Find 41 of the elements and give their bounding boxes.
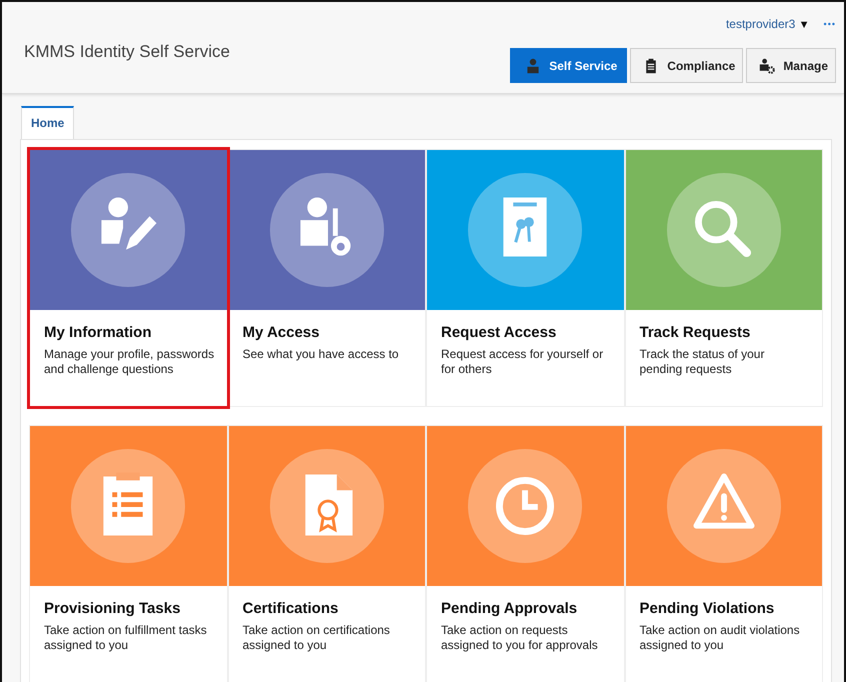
tile-description: Take action on certifications assigned to you — [242, 623, 391, 653]
tile-description: Take action on audit violations assigned to you — [640, 623, 801, 653]
certificate-icon — [268, 447, 386, 565]
nav-button[interactable]: Self Service — [510, 48, 628, 83]
warning-icon — [664, 447, 783, 565]
person-pencil-icon — [69, 171, 188, 289]
nav-button[interactable]: Manage — [746, 48, 836, 83]
tile-title: My Access — [242, 324, 320, 341]
clipboard-keys-icon — [466, 171, 584, 289]
tile-title: Certifications — [242, 600, 340, 617]
checklist-icon — [69, 447, 188, 565]
nav-button[interactable]: Compliance — [630, 48, 744, 83]
dashboard-tile[interactable]: Request Access Request access for yourself or for others — [426, 149, 624, 407]
tile-description: Request access for yourself or for others — [441, 347, 604, 377]
tile-description: Manage your profile, passwords and challenge questions — [44, 347, 214, 377]
tile-title: Pending Approvals — [441, 600, 578, 617]
dashboard-tile[interactable]: Pending Approvals Take action on requests assigned to you for approvals — [426, 425, 624, 682]
clock-icon — [466, 447, 584, 565]
dashboard-tile[interactable]: Track Requests Track the status of your pending requests — [624, 149, 823, 407]
tile-title: Track Requests — [640, 324, 752, 341]
dashboard-tile[interactable]: My Information Manage your profile, passwords and challenge questions — [29, 149, 228, 407]
tile-title: Request Access — [441, 324, 558, 341]
user-menu[interactable]: testprovider3 ▼ — [726, 17, 810, 31]
person-key-icon — [268, 171, 386, 289]
tile-title: Pending Violations — [640, 600, 776, 617]
person-icon — [525, 58, 542, 74]
tab[interactable]: Home — [21, 106, 74, 139]
app-title: KMMS Identity Self Service — [24, 42, 230, 62]
tile-description: Take action on requests assigned to you for approvals — [441, 623, 599, 653]
tile-description: Take action on fulfillment tasks assigned to you — [44, 623, 208, 653]
dashboard-tile[interactable]: Provisioning Tasks Take action on fulfillment tasks assigned to you — [29, 425, 228, 682]
dashboard-tile[interactable]: Certifications Take action on certifications assigned to you — [228, 425, 426, 682]
tile-title: Provisioning Tasks — [44, 600, 182, 617]
magnifier-icon — [664, 171, 783, 289]
more-button[interactable]: ••• — [824, 19, 836, 29]
tile-description: See what you have access to — [242, 347, 400, 362]
person-gear-icon — [759, 58, 776, 74]
dashboard-tile[interactable]: My Access See what you have access to — [228, 149, 426, 407]
dashboard-tile[interactable]: Pending Violations Take action on audit violations assigned to you — [624, 425, 823, 682]
tile-title: My Information — [44, 324, 152, 341]
tile-description: Track the status of your pending requests — [640, 347, 766, 377]
